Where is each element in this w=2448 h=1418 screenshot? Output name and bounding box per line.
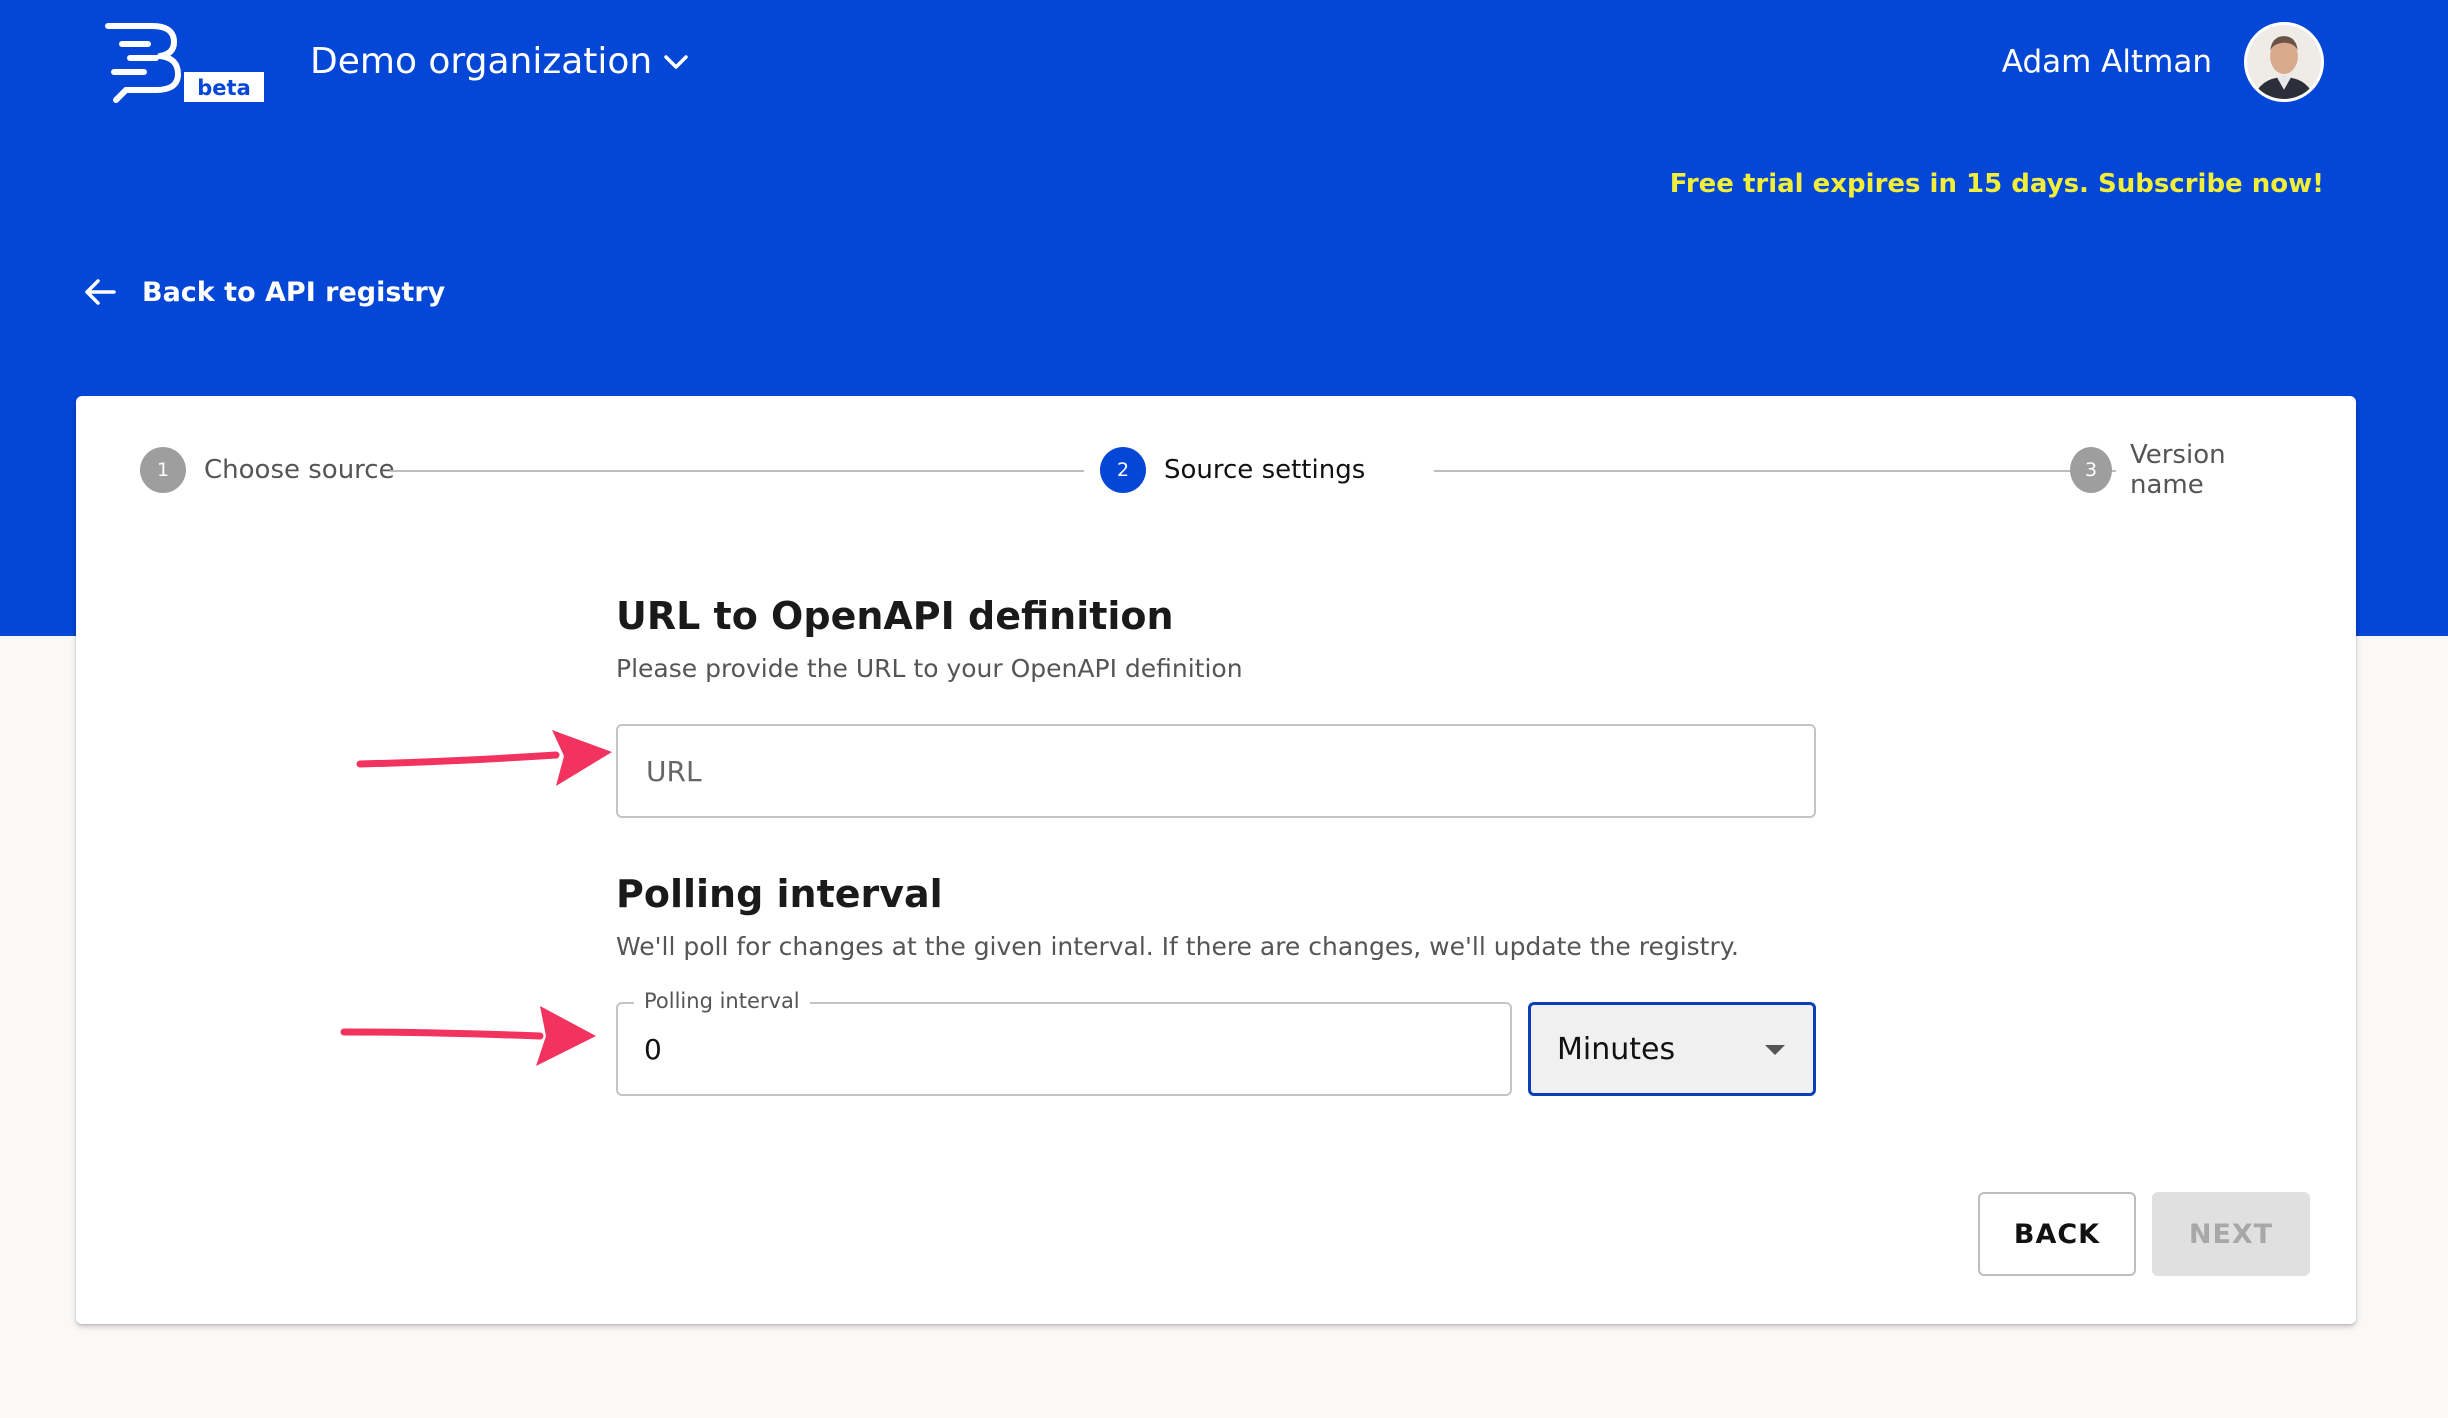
step-label: Choose source bbox=[204, 455, 395, 485]
annotation-arrow-icon bbox=[356, 730, 612, 786]
annotation-arrow-icon bbox=[340, 1006, 596, 1066]
step-label: Version name bbox=[2129, 440, 2226, 500]
avatar[interactable] bbox=[2244, 22, 2324, 102]
polling-section-description: We'll poll for changes at the given inte… bbox=[616, 932, 1739, 961]
step-connector bbox=[1434, 470, 2116, 472]
back-button[interactable]: BACK bbox=[1978, 1192, 2136, 1276]
trial-notice-link[interactable]: Free trial expires in 15 days. Subscribe… bbox=[1670, 166, 2324, 202]
org-switcher-label[interactable]: Demo organization bbox=[310, 38, 652, 86]
polling-section-title: Polling interval bbox=[616, 872, 943, 916]
arrow-left-icon bbox=[85, 279, 116, 305]
step-number: 1 bbox=[140, 447, 186, 493]
user-name[interactable]: Adam Altman bbox=[2002, 42, 2212, 82]
step-connector bbox=[390, 470, 1084, 472]
url-input[interactable]: URL bbox=[616, 724, 1816, 818]
step-label: Source settings bbox=[1164, 455, 1366, 485]
url-section-title: URL to OpenAPI definition bbox=[616, 594, 1174, 638]
caret-down-icon bbox=[1765, 1045, 1785, 1055]
step-choose-source: 1 Choose source bbox=[140, 446, 395, 494]
app-logo[interactable]: beta bbox=[104, 20, 264, 104]
wizard-card: 1 Choose source 2 Source settings 3 Vers… bbox=[76, 396, 2356, 1324]
back-to-registry-link[interactable]: Back to API registry bbox=[80, 272, 445, 312]
step-number: 2 bbox=[1100, 447, 1146, 493]
stepper: 1 Choose source 2 Source settings 3 Vers… bbox=[140, 440, 2292, 500]
polling-unit-value: Minutes bbox=[1557, 1031, 1676, 1067]
polling-interval-field[interactable]: Polling interval 0 bbox=[616, 989, 1512, 1096]
chevron-down-icon[interactable] bbox=[660, 46, 692, 78]
step-source-settings: 2 Source settings bbox=[1100, 446, 1365, 494]
polling-interval-value: 0 bbox=[644, 1032, 662, 1066]
polling-unit-select[interactable]: Minutes bbox=[1528, 1002, 1816, 1096]
step-version-name: 3 Version name bbox=[2070, 440, 2292, 500]
back-link-label: Back to API registry bbox=[142, 276, 446, 308]
logo-badge: beta bbox=[197, 76, 250, 100]
url-section-description: Please provide the URL to your OpenAPI d… bbox=[616, 654, 1243, 683]
step-number: 3 bbox=[2070, 447, 2112, 493]
next-button[interactable]: NEXT bbox=[2152, 1192, 2310, 1276]
